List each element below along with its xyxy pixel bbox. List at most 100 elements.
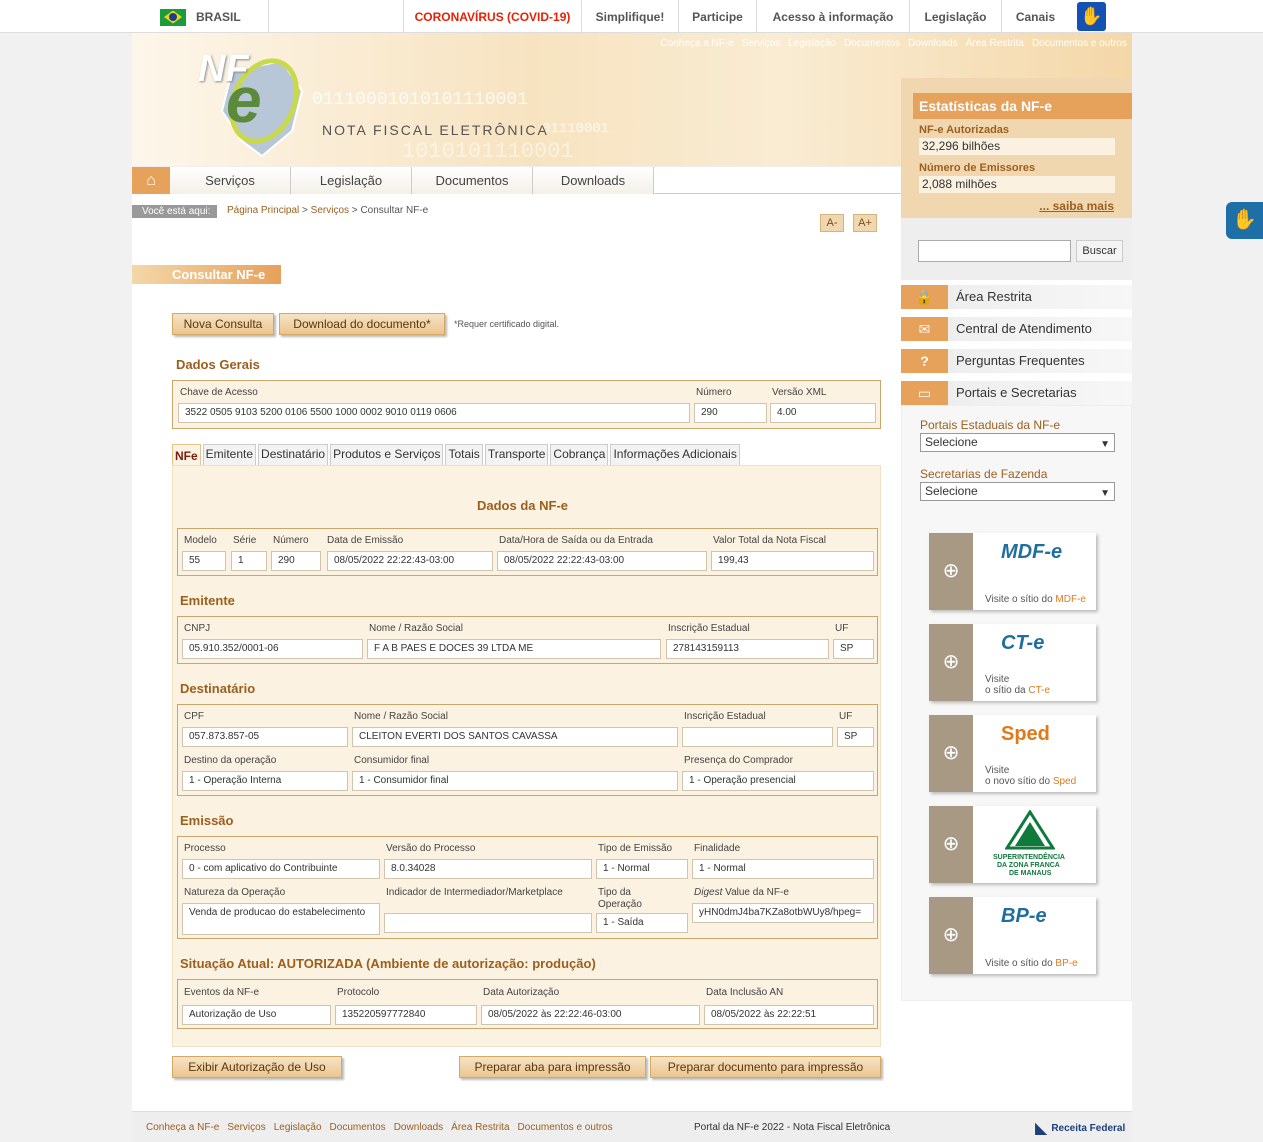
gov-brasil-link[interactable]: BRASIL [160,7,241,27]
gov-bar: BRASIL CORONAVÍRUS (COVID-19) Simplifiqu… [0,0,1263,33]
question-icon: ? [901,349,948,373]
footer-link-conheca[interactable]: Conheça a NF-e [146,1122,219,1133]
suframa-logo-icon [1005,810,1055,850]
stat-emissores: 2,088 milhões [919,176,1115,193]
emissao-box: Processo 0 - com aplicativo do Contribui… [177,836,878,939]
top-link-servicos[interactable]: Serviços [742,38,780,49]
nav-servicos[interactable]: Serviços [170,167,291,194]
search-input[interactable] [918,240,1071,262]
footer-link-outros[interactable]: Documentos e outros [518,1122,613,1133]
logo-e: e [226,64,262,136]
gov-menu-acesso[interactable]: Acesso à informação [756,0,909,33]
footer-link-documentos[interactable]: Documentos [330,1122,386,1133]
receita-federal-logo[interactable]: ◣ Receita Federal [1035,1118,1125,1138]
home-icon[interactable]: ⌂ [132,167,170,194]
envelope-icon: ✉ [901,317,948,341]
footer: Conheça a NF-e Serviços Legislação Docum… [132,1111,1132,1142]
footer-link-servicos[interactable]: Serviços [227,1122,265,1133]
versao-value: 4.00 [770,403,876,423]
footer-link-downloads[interactable]: Downloads [394,1122,443,1133]
gov-menu-legislacao[interactable]: Legislação [909,0,1001,33]
numero-value: 290 [694,403,767,423]
top-link-downloads[interactable]: Downloads [908,38,957,49]
gov-menu-canais[interactable]: Canais [1001,0,1069,33]
footer-links: Conheça a NF-e Serviços Legislação Docum… [146,1122,613,1133]
tab-emitente[interactable]: Emitente [202,444,257,465]
print-document-button[interactable]: Preparar documento para impressão [650,1056,881,1078]
breadcrumb: Página Principal > Serviços > Consultar … [227,205,429,216]
tab-nfe[interactable]: NFe [172,444,201,465]
breadcrumb-servicos[interactable]: Serviços [311,205,349,216]
search-button[interactable]: Buscar [1076,240,1123,262]
page: 01110001010101110001 01110001 1010101110… [132,33,1132,1142]
top-link-conheca[interactable]: Conheça a NF-e [660,38,733,49]
footer-link-legislacao[interactable]: Legislação [274,1122,322,1133]
tab-totais[interactable]: Totais [445,444,483,465]
footer-link-area-restrita[interactable]: Área Restrita [451,1122,509,1133]
top-link-documentos[interactable]: Documentos [844,38,900,49]
nfe-data-title: Dados da NF-e [477,498,569,513]
sidebar-item-atendimento[interactable]: ✉ Central de Atendimento [901,317,1132,341]
tab-info-adicionais[interactable]: Informações Adicionais [610,444,740,465]
top-links: Conheça a NF-e Serviços Legislação Docum… [660,38,1127,49]
brazil-flag-icon [160,8,186,26]
top-link-area-restrita[interactable]: Área Restrita [966,38,1024,49]
globe-icon: ⊕ [929,624,973,701]
font-increase-button[interactable]: A+ [853,214,877,232]
globe-icon: ⊕ [929,897,973,974]
tab-transporte[interactable]: Transporte [484,444,549,465]
sidebar: Estatísticas da NF-e NF-e Autorizadas 32… [901,78,1132,1001]
sidebar-item-perguntas[interactable]: ? Perguntas Frequentes [901,349,1132,373]
logo-title: NOTA FISCAL ELETRÔNICA [322,122,549,138]
tab-destinatario[interactable]: Destinatário [258,444,329,465]
banner-cte[interactable]: ⊕ CT-e Visite o sítio da CT-e [929,624,1096,701]
footer-copyright: Portal da NF-e 2022 - Nota Fiscal Eletrô… [694,1122,891,1133]
emitente-title: Emitente [180,593,235,608]
gov-menu-participe[interactable]: Participe [678,0,756,33]
breadcrumb-home[interactable]: Página Principal [227,205,299,216]
globe-icon: ⊕ [929,715,973,792]
breadcrumb-current: Consultar NF-e [360,205,429,216]
sidebar-lists: Portais Estaduais da NF-e Selecione ▼ Sec… [901,405,1132,1001]
portais-select[interactable]: Selecione ▼ [920,433,1115,452]
banner-sped[interactable]: ⊕ Sped Visite o novo sítio do Sped [929,715,1096,792]
dados-gerais-box: Chave de Acesso 3522 0505 9103 5200 0106… [172,380,881,429]
exibir-autorizacao-button[interactable]: Exibir Autorização de Uso [172,1056,342,1078]
gov-covid-link[interactable]: CORONAVÍRUS (COVID-19) [403,0,581,33]
nav-documentos[interactable]: Documentos [412,167,533,194]
tab-bar: NFe Emitente Destinatário Produtos e Ser… [172,444,742,465]
print-tab-button[interactable]: Preparar aba para impressão [459,1056,646,1078]
download-document-button[interactable]: Download do documento* [279,313,445,335]
font-decrease-button[interactable]: A- [820,214,844,232]
nfe-box: Modelo 55 Série 1 Número 290 Data de Emi… [177,528,878,576]
nav-downloads[interactable]: Downloads [533,167,654,194]
stat-autorizadas: 32,296 bilhões [919,138,1115,155]
sidebar-item-portais[interactable]: ▭ Portais e Secretarias [901,381,1132,405]
emitente-box: CNPJ 05.910.352/0001-06 Nome / Razão Soc… [177,616,878,664]
tab-cobranca[interactable]: Cobrança [550,444,609,465]
search-area: Buscar [901,218,1132,280]
top-link-legislacao[interactable]: Legislação [788,38,836,49]
sidebar-item-area-restrita[interactable]: 🔒 Área Restrita [901,285,1132,309]
vlibras-icon[interactable]: ✋ [1226,202,1263,239]
top-link-outros[interactable]: Documentos e outros [1032,38,1127,49]
situacao-title: Situação Atual: AUTORIZADA (Ambiente de … [180,956,596,971]
main-nav: ⌂ Serviços Legislação Documentos Downloa… [132,166,901,194]
gov-menu-simplifique[interactable]: Simplifique! [581,0,678,33]
tab-produtos[interactable]: Produtos e Serviços [330,444,444,465]
chevron-down-icon: ▼ [1100,439,1110,450]
banner-suframa[interactable]: ⊕ SUPERINTENDÊNCIA DA ZONA FRANCA DE MAN… [929,806,1096,883]
certificate-note: *Requer certificado digital. [454,319,560,329]
destinatario-title: Destinatário [180,681,256,696]
secretarias-select[interactable]: Selecione ▼ [920,482,1115,501]
globe-icon: ⊕ [929,533,973,610]
nav-legislacao[interactable]: Legislação [291,167,412,194]
sign-language-icon[interactable]: ✋ [1077,2,1106,31]
saiba-mais-link[interactable]: ... saiba mais [1039,199,1114,213]
banner-mdfe[interactable]: ⊕ MDF-e Visite o sítio do MDF-e [929,533,1096,610]
emissao-title: Emissão [180,813,234,828]
stats-panel: Estatísticas da NF-e NF-e Autorizadas 32… [901,78,1132,218]
stats-title: Estatísticas da NF-e [913,93,1132,119]
banner-bpe[interactable]: ⊕ BP-e Visite o sítio do BP-e [929,897,1096,974]
new-query-button[interactable]: Nova Consulta [172,313,274,335]
